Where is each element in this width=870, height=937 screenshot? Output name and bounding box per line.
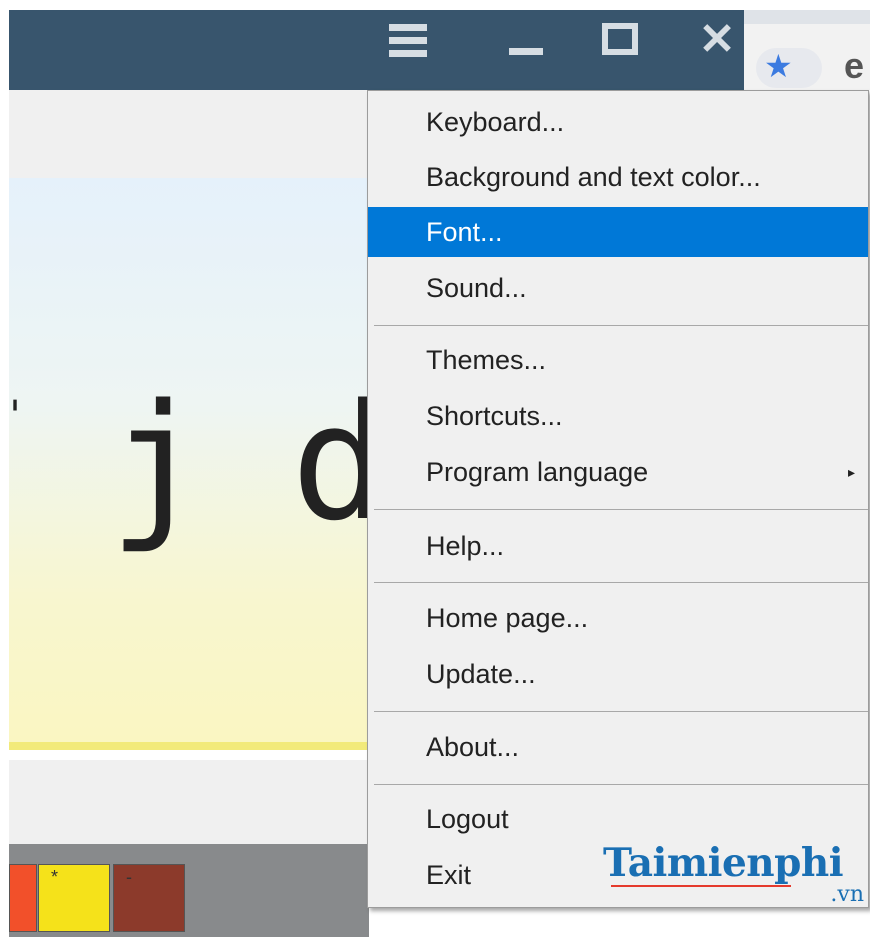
- keyboard-key[interactable]: -: [113, 864, 185, 932]
- menu-item-about[interactable]: About...: [368, 722, 868, 772]
- hamburger-menu-icon[interactable]: [384, 10, 444, 70]
- menu-item-sound[interactable]: Sound...: [368, 263, 868, 313]
- maximize-icon[interactable]: [594, 10, 654, 70]
- app-toolbar-area: [9, 90, 369, 179]
- menu-item-program-language[interactable]: Program language ▸: [368, 447, 868, 497]
- close-icon[interactable]: ✕: [687, 10, 747, 70]
- menu-item-font[interactable]: Font...: [368, 207, 868, 257]
- left-edge: [0, 0, 9, 937]
- app-status-area: [9, 760, 369, 844]
- menu-separator: [374, 711, 868, 712]
- browser-chrome-peek: ★ e: [744, 10, 870, 90]
- typing-char: d: [291, 369, 369, 556]
- settings-dropdown-menu: Keyboard... Background and text color...…: [367, 90, 869, 908]
- typing-progress-line: [9, 742, 369, 750]
- bookmark-star-icon[interactable]: ★: [764, 46, 793, 86]
- keyboard-key[interactable]: *: [38, 864, 110, 932]
- submenu-arrow-icon: ▸: [848, 464, 856, 480]
- virtual-keyboard: * -: [9, 844, 369, 937]
- menu-item-home-page[interactable]: Home page...: [368, 593, 868, 643]
- menu-separator: [374, 325, 868, 326]
- menu-item-help[interactable]: Help...: [368, 521, 868, 571]
- watermark-logo: Taimienphi .vn: [603, 840, 868, 910]
- browser-e-icon[interactable]: e: [844, 44, 864, 88]
- menu-item-themes[interactable]: Themes...: [368, 335, 868, 385]
- typing-char: j: [109, 369, 206, 556]
- watermark-brand: Taimienphi: [603, 840, 844, 886]
- typing-panel: ' j d: [9, 178, 369, 742]
- minimize-icon[interactable]: [499, 10, 559, 70]
- watermark-suffix: .vn: [830, 882, 864, 907]
- menu-separator: [374, 784, 868, 785]
- menu-item-update[interactable]: Update...: [368, 649, 868, 699]
- app-titlebar: ✕: [9, 10, 744, 90]
- key-label: -: [126, 867, 132, 887]
- menu-item-logout[interactable]: Logout: [368, 794, 868, 844]
- menu-item-keyboard[interactable]: Keyboard...: [368, 97, 868, 147]
- keyboard-key[interactable]: [9, 864, 37, 932]
- menu-separator: [374, 582, 868, 583]
- key-label: *: [51, 867, 59, 887]
- menu-separator: [374, 509, 868, 510]
- menu-item-shortcuts[interactable]: Shortcuts...: [368, 391, 868, 441]
- typing-char: ': [9, 393, 27, 439]
- menu-item-background-color[interactable]: Background and text color...: [368, 152, 868, 202]
